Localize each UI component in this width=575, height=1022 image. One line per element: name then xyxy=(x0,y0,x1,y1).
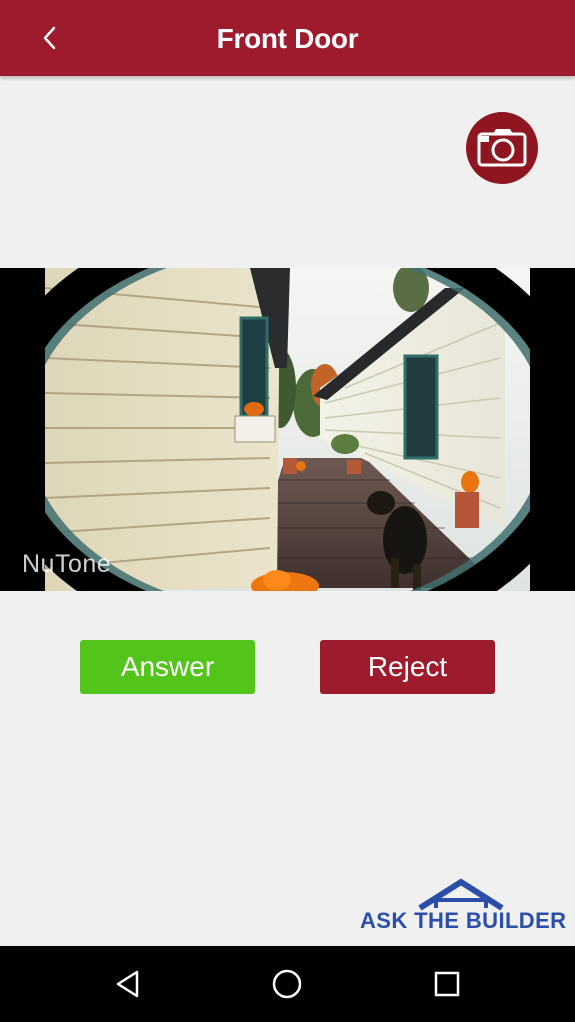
brand-text: ASK THE BUILDER xyxy=(360,908,567,933)
app-bar: Front Door xyxy=(0,0,575,76)
nav-back-button[interactable] xyxy=(108,964,148,1004)
doorbell-camera-image xyxy=(45,268,530,591)
video-feed: NuTone xyxy=(0,268,575,591)
page-title: Front Door xyxy=(216,23,359,54)
system-nav-bar xyxy=(0,946,575,1022)
ask-the-builder-logo: ASK THE BUILDER xyxy=(360,878,567,934)
nutone-watermark: NuTone xyxy=(22,550,112,578)
snapshot-button[interactable] xyxy=(466,112,538,184)
square-recents-icon xyxy=(434,971,460,997)
answer-button[interactable]: Answer xyxy=(80,640,255,694)
camera-icon xyxy=(477,129,527,167)
nav-home-button[interactable] xyxy=(267,964,307,1004)
house-roof-icon xyxy=(418,878,504,911)
triangle-back-icon xyxy=(116,970,139,998)
nav-recents-button[interactable] xyxy=(427,964,467,1004)
circle-home-icon xyxy=(272,969,302,999)
reject-button[interactable]: Reject xyxy=(320,640,495,694)
